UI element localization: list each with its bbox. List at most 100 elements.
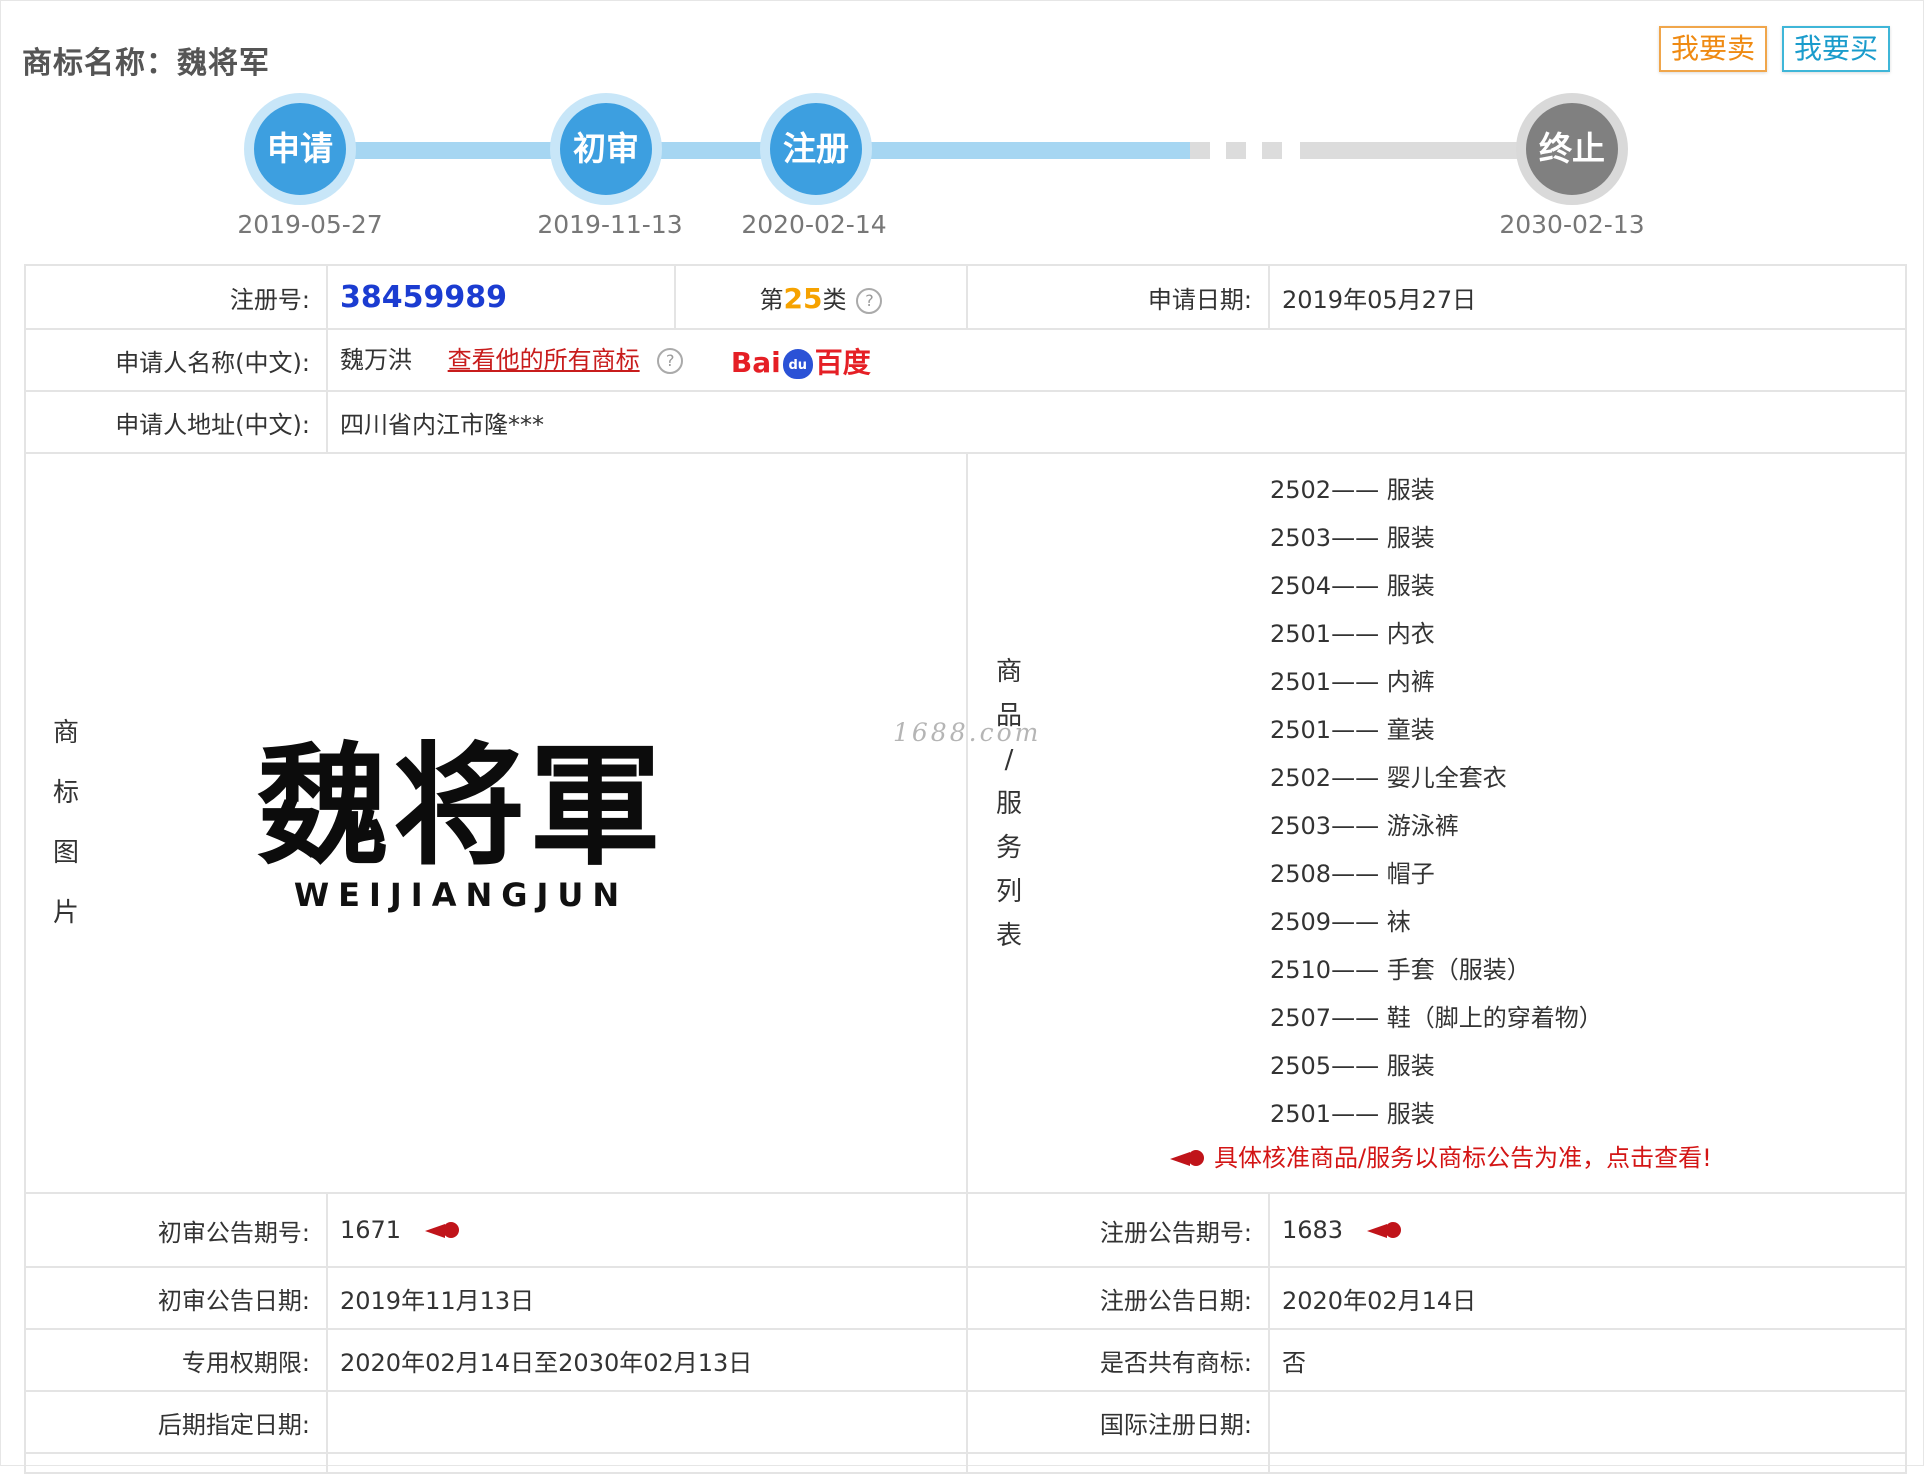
- prelim-no-value: 1671: [340, 1216, 402, 1244]
- view-all-trademarks-link[interactable]: 查看他的所有商标: [448, 346, 640, 374]
- services-label-char: 商: [995, 657, 1022, 687]
- services-label-char: 务: [995, 833, 1022, 863]
- services-cell: 商 品 / 服 务 列 表 2502—— 服装 2503—— 服装 2504——…: [966, 452, 1907, 1194]
- services-label-char: 服: [995, 789, 1022, 819]
- megaphone-icon[interactable]: [1367, 1220, 1405, 1242]
- services-label: 商 品 / 服 务 列 表: [968, 454, 1050, 1192]
- later-designation-value: [326, 1390, 968, 1454]
- announcement-notice-link[interactable]: 具体核准商品/服务以商标公告为准，点击查看!: [1050, 1138, 1905, 1192]
- table-row: 后期指定日期: 国际注册日期:: [24, 1390, 1907, 1454]
- prelim-no-cell: 1671: [326, 1192, 968, 1268]
- intl-reg-date-value: [1268, 1390, 1907, 1454]
- class-cell: 第25类?: [674, 264, 968, 330]
- list-item: 2501—— 内裤: [1270, 668, 1435, 696]
- services-label-char: 表: [995, 921, 1022, 951]
- address-label: 申请人地址(中文):: [24, 390, 328, 454]
- services-list: 2502—— 服装 2503—— 服装 2504—— 服装 2501—— 内衣 …: [1050, 454, 1905, 1138]
- reg-announce-no-cell: 1683: [1268, 1192, 1907, 1268]
- timeline-dash: [1190, 142, 1210, 159]
- reg-announce-no-value: 1683: [1282, 1216, 1344, 1244]
- table-row: 专用权期限: 2020年02月14日至2030年02月13日 是否共有商标: 否: [24, 1328, 1907, 1392]
- empty-cell: [326, 1452, 968, 1474]
- baidu-logo-text: 百度: [814, 345, 871, 379]
- timeline-date: 2019-05-27: [237, 210, 383, 239]
- table-row: 商 标 图 片 魏将軍 WEIJIANGJUN 商 品 / 服 务 列 表 25…: [24, 452, 1907, 1194]
- megaphone-icon: [1170, 1148, 1208, 1170]
- image-label-char: 标: [52, 778, 79, 808]
- services-label-char: 列: [995, 877, 1022, 907]
- watermark: 1688.com: [893, 718, 1042, 747]
- prelim-no-label: 初审公告期号:: [24, 1192, 328, 1268]
- table-row: [24, 1452, 1907, 1474]
- timeline-step-register: 注册: [760, 93, 872, 205]
- list-item: 2503—— 游泳裤: [1270, 812, 1459, 840]
- list-item: 2509—— 袜: [1270, 908, 1411, 936]
- reg-announce-date-label: 注册公告日期:: [966, 1266, 1270, 1330]
- list-item: 2501—— 内衣: [1270, 620, 1435, 648]
- help-icon[interactable]: ?: [856, 287, 883, 314]
- image-label-char: 片: [52, 898, 79, 928]
- table-row: 申请人地址(中文): 四川省内江市隆***: [24, 390, 1907, 454]
- timeline-step-prelim: 初审: [550, 93, 662, 205]
- reg-no-label: 注册号:: [24, 264, 328, 330]
- later-designation-label: 后期指定日期:: [24, 1390, 328, 1454]
- timeline-dash: [1226, 142, 1246, 159]
- list-item: 2502—— 婴儿全套衣: [1270, 764, 1507, 792]
- timeline-step-terminate: 终止: [1516, 93, 1628, 205]
- prelim-date-label: 初审公告日期:: [24, 1266, 328, 1330]
- notice-text: 具体核准商品/服务以商标公告为准，点击查看!: [1214, 1144, 1712, 1172]
- timeline-remaining-bar: [1300, 142, 1530, 159]
- class-suffix: 类: [822, 285, 847, 314]
- megaphone-icon[interactable]: [425, 1220, 463, 1242]
- empty-cell: [24, 1452, 328, 1474]
- timeline-step-apply: 申请: [244, 93, 356, 205]
- image-label-char: 图: [52, 838, 79, 868]
- baidu-paw-icon: du: [782, 348, 813, 379]
- timeline-dash: [1262, 142, 1282, 159]
- table-row: 申请人名称(中文): 魏万洪 查看他的所有商标 ? Bai du 百度: [24, 328, 1907, 392]
- timeline-progress-bar: [300, 142, 1190, 159]
- list-item: 2504—— 服装: [1270, 572, 1435, 600]
- list-item: 2502—— 服装: [1270, 476, 1435, 504]
- intl-reg-date-label: 国际注册日期:: [966, 1390, 1270, 1454]
- applicant-label: 申请人名称(中文):: [24, 328, 328, 392]
- logo-chinese-text: 魏将軍: [257, 729, 665, 884]
- baidu-logo-text: Bai: [730, 345, 781, 379]
- reg-announce-date-value: 2020年02月14日: [1268, 1266, 1907, 1330]
- list-item: 2508—— 帽子: [1270, 860, 1435, 888]
- class-number[interactable]: 25: [784, 282, 823, 315]
- list-item: 2510—— 手套（服装）: [1270, 956, 1531, 984]
- help-icon[interactable]: ?: [657, 347, 684, 374]
- table-row: 注册号: 38459989 第25类? 申请日期: 2019年05月27日: [24, 264, 1907, 330]
- trademark-logo: 魏将軍 WEIJIANGJUN: [106, 729, 966, 915]
- sell-button[interactable]: 我要卖: [1659, 26, 1768, 72]
- shared-trademark-label: 是否共有商标:: [966, 1328, 1270, 1392]
- trademark-info-table: 注册号: 38459989 第25类? 申请日期: 2019年05月27日 申请…: [24, 264, 1907, 1474]
- baidu-search-logo[interactable]: Bai du 百度: [731, 341, 871, 381]
- image-label-char: 商: [52, 718, 79, 748]
- list-item: 2501—— 童装: [1270, 716, 1435, 744]
- trademark-image-cell: 商 标 图 片 魏将軍 WEIJIANGJUN: [24, 452, 968, 1194]
- reg-no-value: 38459989: [340, 279, 507, 315]
- timeline-date: 2030-02-13: [1499, 210, 1645, 239]
- list-item: 2507—— 鞋（脚上的穿着物）: [1270, 1004, 1603, 1032]
- timeline-date: 2020-02-14: [741, 210, 887, 239]
- apply-date-value: 2019年05月27日: [1268, 264, 1907, 330]
- applicant-cell: 魏万洪 查看他的所有商标 ? Bai du 百度: [326, 328, 1907, 392]
- apply-date-label: 申请日期:: [966, 264, 1270, 330]
- applicant-name: 魏万洪: [340, 345, 412, 374]
- table-row: 初审公告期号: 1671 注册公告期号: 1683: [24, 1192, 1907, 1268]
- buy-button[interactable]: 我要买: [1782, 26, 1891, 72]
- list-item: 2501—— 服装: [1270, 1100, 1435, 1128]
- prelim-date-value: 2019年11月13日: [326, 1266, 968, 1330]
- list-item: 2505—— 服装: [1270, 1052, 1435, 1080]
- empty-cell: [966, 1452, 1270, 1474]
- list-item: 2503—— 服装: [1270, 524, 1435, 552]
- exclusive-period-value: 2020年02月14日至2030年02月13日: [326, 1328, 968, 1392]
- class-prefix: 第: [759, 285, 784, 314]
- table-row: 初审公告日期: 2019年11月13日 注册公告日期: 2020年02月14日: [24, 1266, 1907, 1330]
- page-title: 商标名称：魏将军: [22, 46, 270, 81]
- empty-cell: [1268, 1452, 1907, 1474]
- logo-english-text: WEIJIANGJUN: [293, 876, 629, 914]
- reg-announce-no-label: 注册公告期号:: [966, 1192, 1270, 1268]
